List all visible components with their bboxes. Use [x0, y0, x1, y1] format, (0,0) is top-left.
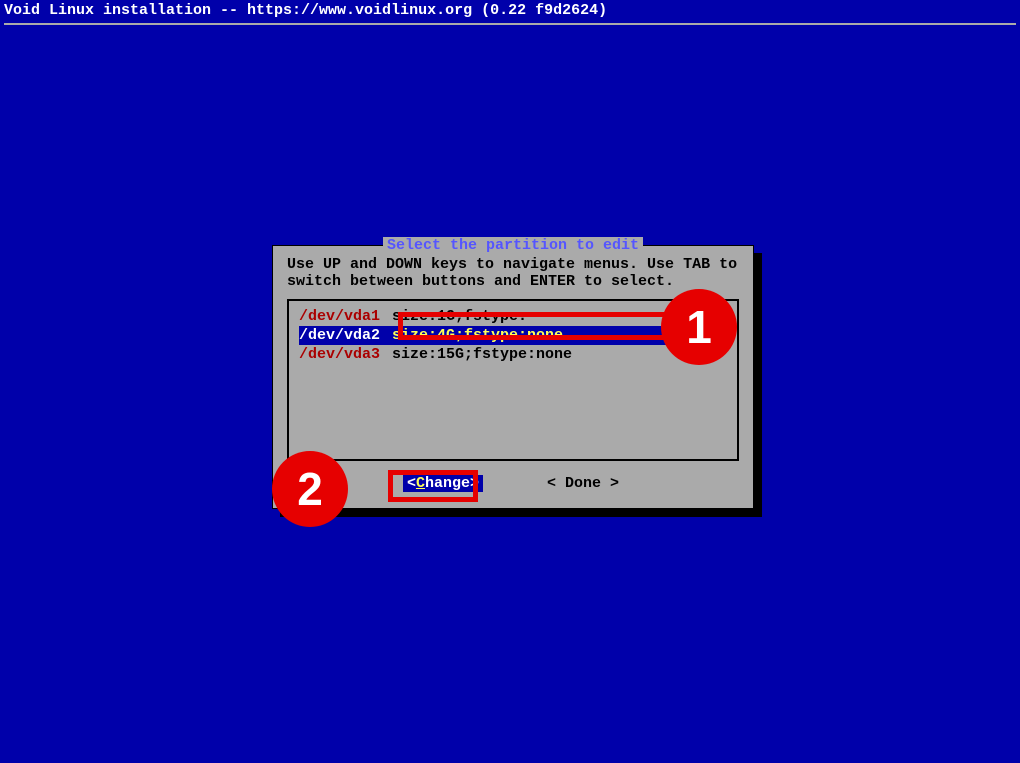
- list-item-selected[interactable]: /dev/vda2 size:4G;fstype:none: [299, 326, 727, 345]
- partition-desc: size:15G;fstype:none: [392, 346, 572, 363]
- dialog-title: Select the partition to edit: [383, 237, 643, 254]
- partition-dialog: Select the partition to edit Use UP and …: [272, 245, 754, 509]
- partition-desc: size:4G;fstype:none: [392, 327, 563, 344]
- instructions-line: switch between buttons and ENTER to sele…: [287, 273, 739, 290]
- change-hotkey: C: [416, 475, 425, 492]
- partition-desc: size:1G;fstype:: [392, 308, 527, 325]
- change-button[interactable]: <Change>: [403, 475, 483, 492]
- dialog-button-row: <Change> < Done >: [273, 461, 753, 508]
- partition-listbox[interactable]: /dev/vda1 size:1G;fstype: /dev/vda2 size…: [287, 299, 739, 461]
- installer-title: Void Linux installation -- https://www.v…: [4, 2, 607, 19]
- partition-device: /dev/vda2: [299, 327, 380, 344]
- list-item[interactable]: /dev/vda1 size:1G;fstype:: [299, 307, 727, 326]
- partition-device: /dev/vda3: [299, 346, 380, 363]
- list-item[interactable]: /dev/vda3 size:15G;fstype:none: [299, 345, 727, 364]
- partition-device: /dev/vda1: [299, 308, 380, 325]
- change-rest: hange: [425, 475, 470, 492]
- installer-header: Void Linux installation -- https://www.v…: [0, 0, 1020, 21]
- instructions-line: Use UP and DOWN keys to navigate menus. …: [287, 256, 739, 273]
- done-button[interactable]: < Done >: [543, 475, 623, 492]
- header-divider: [4, 23, 1016, 25]
